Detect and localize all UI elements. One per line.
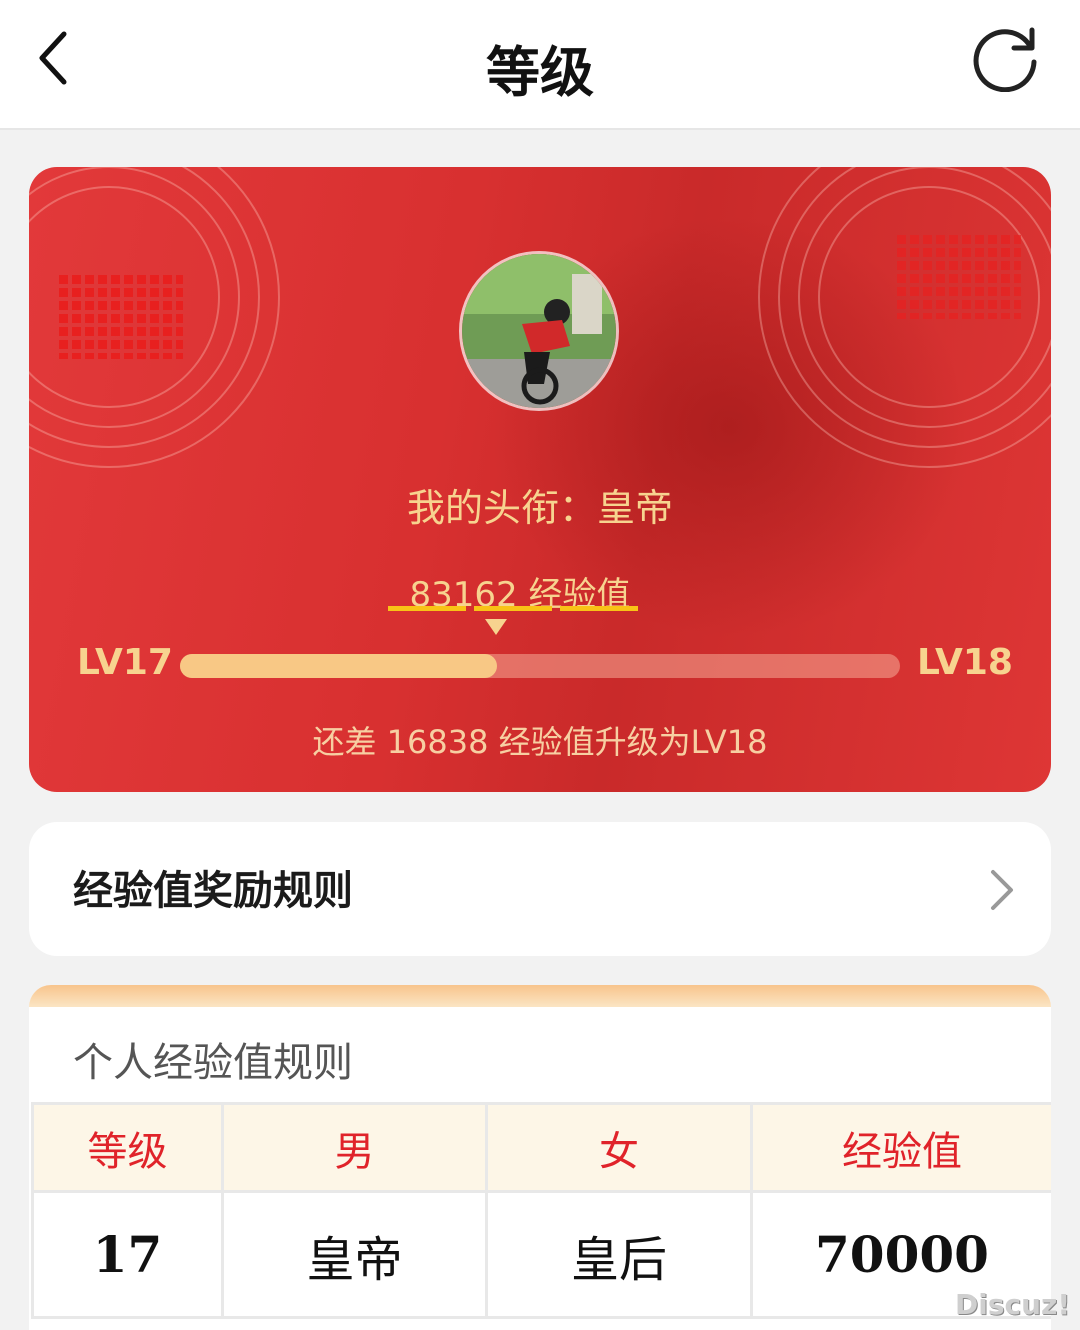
exp-underline	[388, 606, 466, 611]
exp-rules-table: 等级 男 女 经验值 17 皇帝 皇后 70000	[31, 1102, 1051, 1319]
column-header: 等级	[31, 1102, 224, 1193]
decorative-dot-grid-left	[59, 275, 183, 359]
user-avatar[interactable]	[459, 251, 619, 411]
column-header: 男	[221, 1102, 488, 1193]
level-progress-fill	[180, 654, 497, 678]
exp-reward-rules-link[interactable]: 经验值奖励规则	[29, 822, 1051, 956]
exp-rules-table-card: 个人经验值规则 等级 男 女 经验值 17 皇帝 皇后 70000	[29, 985, 1051, 1330]
next-level-label: LV18	[917, 642, 1013, 683]
remaining-exp-text: 还差 16838 经验值升级为LV18	[312, 723, 768, 761]
refresh-icon	[973, 27, 1037, 93]
user-honor-title: 我的头衔：皇帝	[406, 486, 673, 530]
top-nav-bar: 等级	[0, 0, 1080, 130]
decorative-dot-grid-right	[897, 235, 1021, 319]
current-level-label: LV17	[77, 642, 173, 683]
level-card: 我的头衔：皇帝 83162 经验值 LV17 LV18 还差 16838 经验值…	[29, 167, 1051, 792]
table-row: 17 皇帝 皇后 70000	[31, 1190, 1051, 1319]
chevron-right-icon	[991, 870, 1013, 910]
exp-underline	[474, 606, 552, 611]
table-cell-male-title: 皇帝	[221, 1190, 488, 1319]
avatar-image	[462, 254, 616, 408]
column-header: 经验值	[750, 1102, 1051, 1193]
watermark-logo: Discuz!	[955, 1288, 1071, 1321]
exp-underline	[560, 606, 638, 611]
refresh-button[interactable]	[972, 26, 1042, 93]
card-top-band	[29, 985, 1051, 1007]
decorative-rings-right	[758, 167, 1051, 468]
exp-rules-caption: 个人经验值规则	[73, 1040, 353, 1086]
table-cell-female-title: 皇后	[485, 1190, 753, 1319]
page-title: 等级	[486, 41, 594, 104]
progress-pointer	[485, 619, 507, 635]
level-progress-bar	[180, 654, 900, 678]
table-cell-level: 17	[31, 1190, 224, 1319]
exp-reward-rules-label: 经验值奖励规则	[73, 868, 353, 914]
table-header-row: 等级 男 女 经验值	[31, 1102, 1051, 1193]
column-header: 女	[485, 1102, 753, 1193]
